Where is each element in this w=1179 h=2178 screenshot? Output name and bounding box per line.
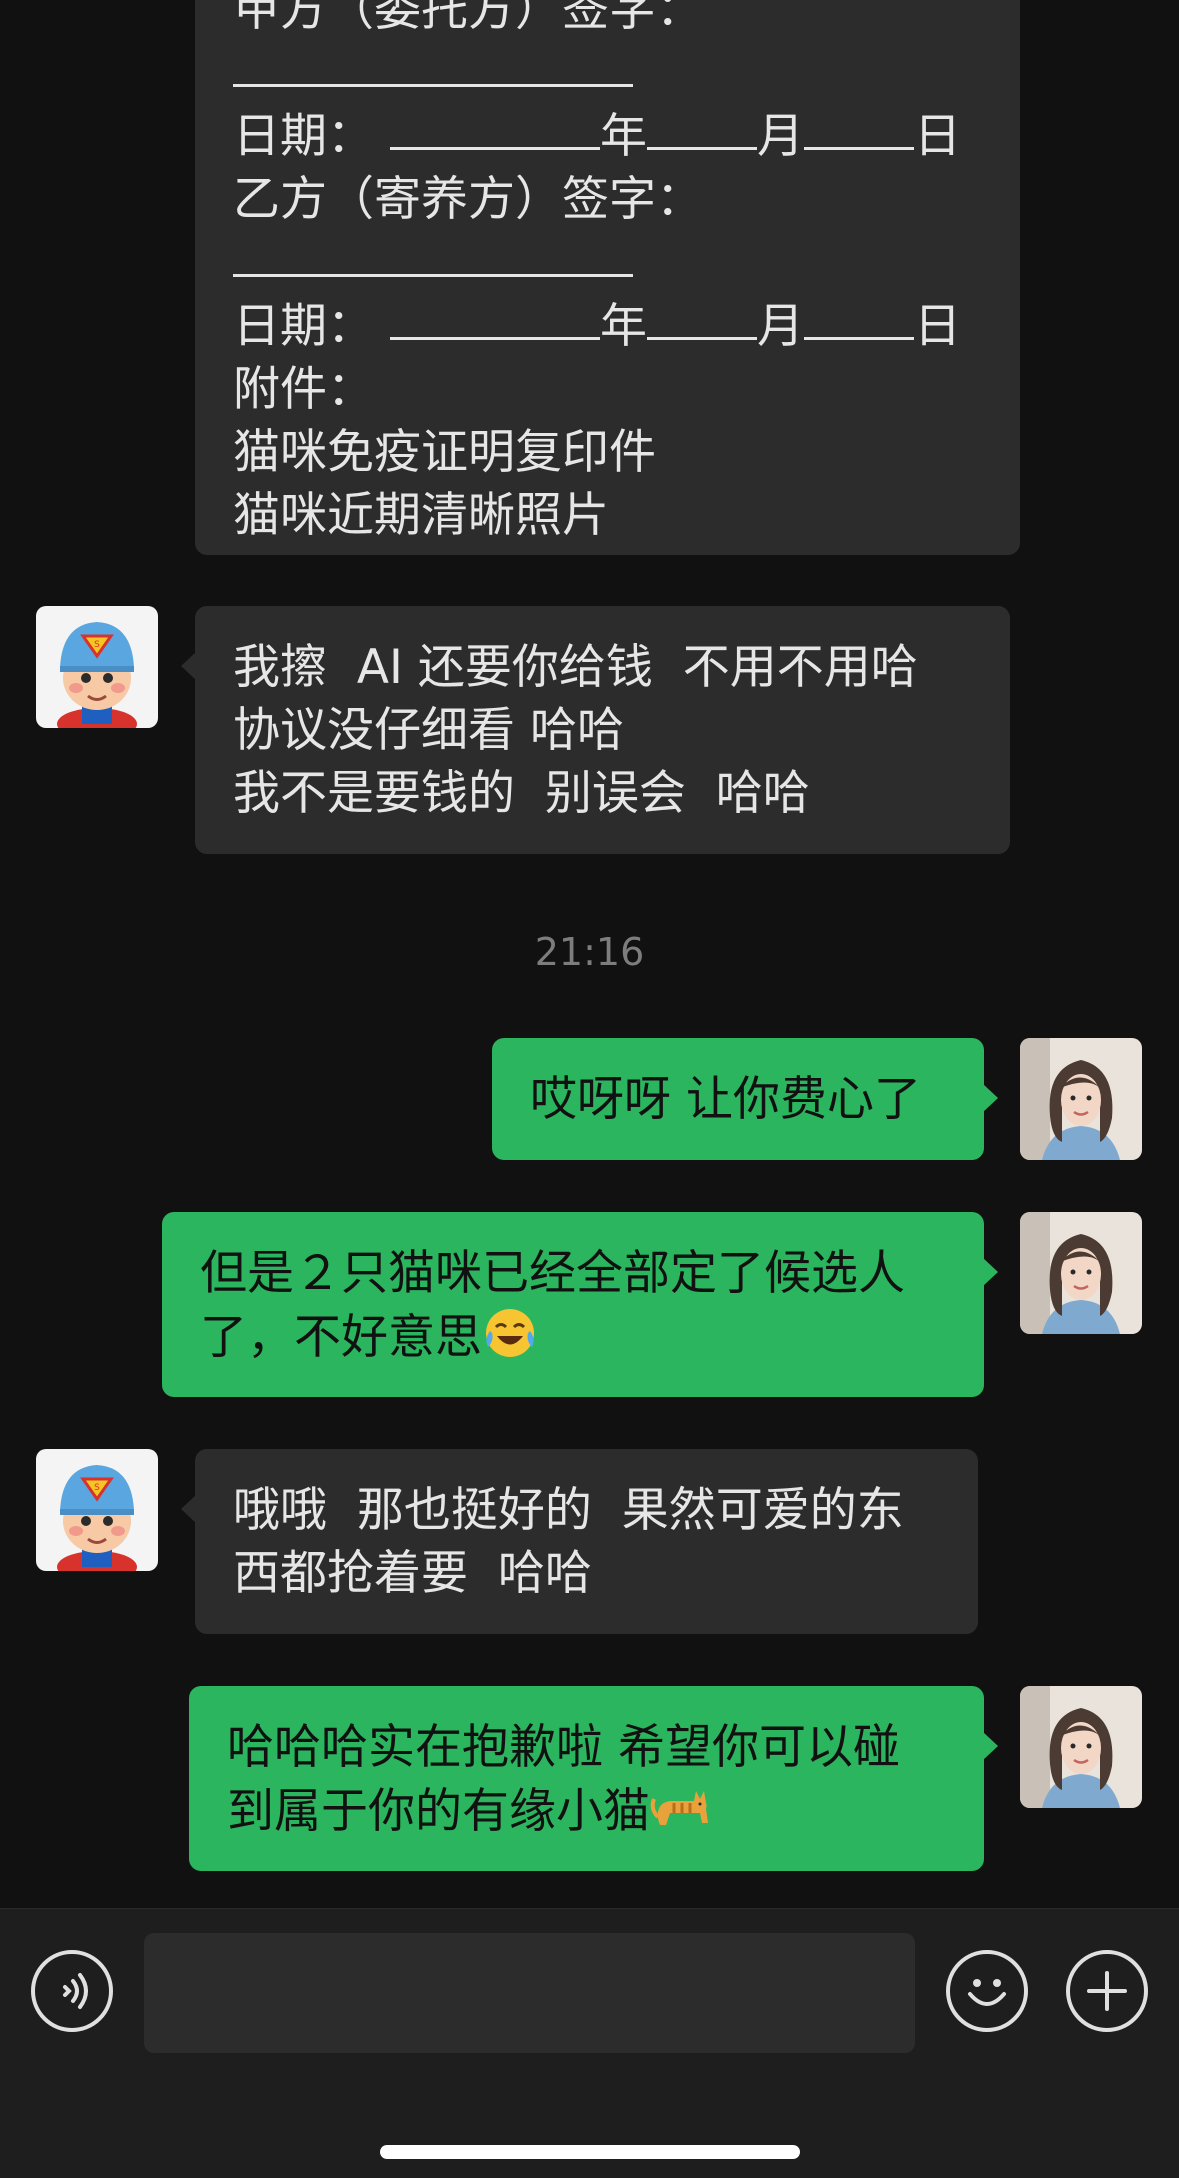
message-text: 哦哦 那也挺好的 果然可爱的东 — [233, 1483, 904, 1538]
message-bubble-contract[interactable]: 甲方（委托方）签字： 日期：年月日 乙方（寄养方）签字： 日期：年月日 附件： … — [195, 0, 1020, 555]
message-text: 协议没仔细看 哈哈 — [233, 703, 624, 758]
contract-date-line: 日期：年月日 — [233, 294, 982, 358]
chat-area[interactable]: 甲方（委托方）签字： 日期：年月日 乙方（寄养方）签字： 日期：年月日 附件： … — [0, 0, 1179, 1908]
kid-superhero-avatar-icon: S — [36, 1449, 158, 1571]
woman-portrait-avatar-icon — [1020, 1212, 1142, 1334]
message-text: 我擦 AI 还要你给钱 不用不用哈 — [233, 640, 918, 695]
cat-icon — [650, 1779, 714, 1835]
message-bubble-own[interactable]: 哈哈哈实在抱歉啦 希望你可以碰 到属于你的有缘小猫 — [189, 1686, 998, 1871]
own-avatar[interactable] — [1020, 1686, 1142, 1808]
signature-line — [233, 231, 982, 294]
message-timestamp: 21:16 — [534, 930, 645, 974]
message-input[interactable] — [144, 1933, 915, 2053]
more-functions-button[interactable] — [1066, 1950, 1148, 2032]
emoji-button[interactable] — [946, 1950, 1028, 2032]
signature-line — [233, 41, 982, 104]
message-text-with-emoji: 到属于你的有缘小猫 — [227, 1779, 946, 1843]
smiley-icon — [968, 1979, 1006, 2006]
woman-portrait-avatar-icon — [1020, 1686, 1142, 1808]
svg-text:S: S — [94, 640, 100, 650]
message-bubble[interactable]: 哦哦 那也挺好的 果然可爱的东 西都抢着要 哈哈 — [181, 1449, 978, 1634]
laughing-crying-face-icon — [482, 1305, 538, 1361]
svg-text:S: S — [94, 1483, 100, 1493]
input-bar — [0, 1908, 1179, 2178]
contact-avatar[interactable]: S — [36, 1449, 158, 1571]
woman-portrait-avatar-icon — [1020, 1038, 1142, 1160]
voice-input-button[interactable] — [31, 1950, 113, 2032]
voice-icon — [63, 1973, 88, 2009]
message-bubble-own[interactable]: 哎呀呀 让你费心了 — [492, 1038, 998, 1160]
message-text: 哈哈哈实在抱歉啦 希望你可以碰 — [227, 1720, 900, 1775]
message-bubble[interactable]: 我擦 AI 还要你给钱 不用不用哈 协议没仔细看 哈哈 我不是要钱的 别误会 哈… — [181, 606, 1010, 854]
contract-line: 猫咪近期清晰照片 — [233, 488, 609, 543]
own-avatar[interactable] — [1020, 1212, 1142, 1334]
kid-superhero-avatar-icon: S — [36, 606, 158, 728]
contract-date-line: 日期：年月日 — [233, 104, 982, 168]
contract-line: 乙方（寄养方）签字： — [233, 172, 703, 227]
message-text: 哎呀呀 让你费心了 — [530, 1072, 921, 1127]
contract-line: 附件： — [233, 362, 374, 417]
message-text-with-emoji: 了，不好意思 — [200, 1305, 946, 1369]
own-avatar[interactable] — [1020, 1038, 1142, 1160]
contract-line: 甲方（委托方）签字： — [233, 0, 703, 37]
message-text: 我不是要钱的 别误会 哈哈 — [233, 766, 810, 821]
plus-icon — [1087, 1971, 1127, 2011]
contract-line: 猫咪免疫证明复印件 — [233, 425, 656, 480]
home-indicator[interactable] — [380, 2145, 800, 2159]
message-bubble-own[interactable]: 但是２只猫咪已经全部定了候选人 了，不好意思 — [162, 1212, 998, 1397]
message-text: 但是２只猫咪已经全部定了候选人 — [200, 1246, 905, 1301]
message-text: 西都抢着要 哈哈 — [233, 1546, 592, 1601]
contact-avatar[interactable]: S — [36, 606, 158, 728]
